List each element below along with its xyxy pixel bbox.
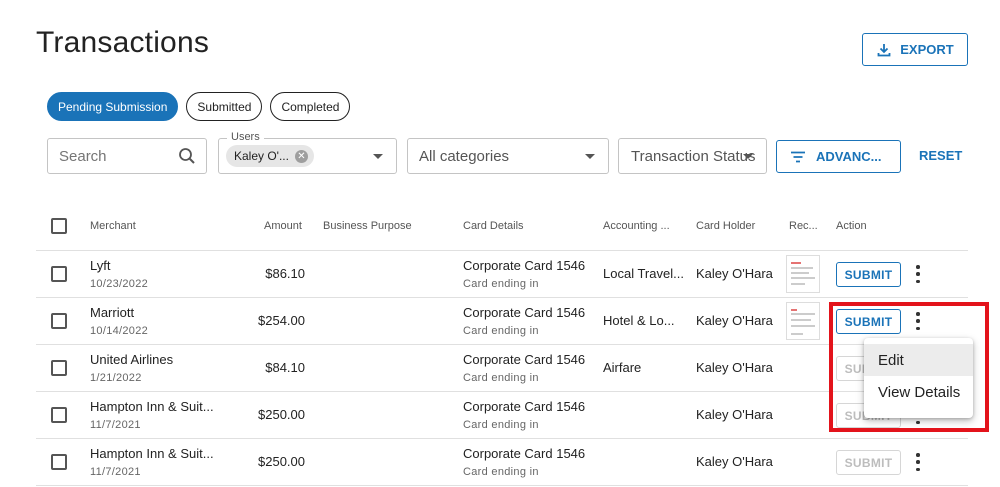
card-holder: Kaley O'Hara bbox=[696, 360, 773, 375]
users-filter-label: Users bbox=[227, 131, 264, 143]
card-ending: Card ending in bbox=[463, 278, 539, 290]
accounting-category: Hotel & Lo... bbox=[603, 313, 675, 328]
accounting-category: Local Travel... bbox=[603, 266, 684, 281]
card-ending: Card ending in bbox=[463, 419, 539, 431]
select-all-checkbox[interactable] bbox=[51, 218, 67, 234]
card-holder: Kaley O'Hara bbox=[696, 313, 773, 328]
card-holder: Kaley O'Hara bbox=[696, 407, 773, 422]
merchant-name: Marriott bbox=[90, 305, 135, 320]
users-filter[interactable]: Users Kaley O'... ✕ bbox=[218, 131, 397, 174]
column-receipt[interactable]: Rec... bbox=[789, 220, 818, 232]
export-label: EXPORT bbox=[900, 42, 954, 57]
card-name: Corporate Card 1546 bbox=[463, 352, 586, 367]
card-ending: Card ending in bbox=[463, 466, 539, 478]
column-action: Action bbox=[836, 220, 867, 232]
transaction-date: 11/7/2021 bbox=[90, 419, 141, 431]
chevron-down-icon bbox=[743, 154, 753, 159]
table-header: Merchant Amount Business Purpose Card De… bbox=[36, 204, 968, 251]
card-name: Corporate Card 1546 bbox=[463, 446, 586, 461]
amount: $86.10 bbox=[265, 266, 305, 281]
advanced-filters-label: ADVANC... bbox=[816, 149, 882, 164]
tab-pending-submission[interactable]: Pending Submission bbox=[47, 92, 179, 121]
merchant-name: Hampton Inn & Suit... bbox=[90, 399, 214, 414]
chevron-down-icon bbox=[373, 154, 383, 159]
search-input[interactable]: Search bbox=[47, 138, 207, 174]
amount: $254.00 bbox=[258, 313, 305, 328]
card-holder: Kaley O'Hara bbox=[696, 266, 773, 281]
reset-button[interactable]: RESET bbox=[919, 148, 962, 163]
amount: $250.00 bbox=[258, 407, 305, 422]
row-checkbox[interactable] bbox=[51, 313, 67, 329]
merchant-name: Lyft bbox=[90, 258, 111, 273]
table-row[interactable]: Lyft 10/23/2022 $86.10 Corporate Card 154… bbox=[36, 251, 968, 298]
tab-completed[interactable]: Completed bbox=[270, 92, 351, 121]
column-amount[interactable]: Amount bbox=[264, 220, 302, 232]
tab-submitted[interactable]: Submitted bbox=[186, 92, 263, 121]
column-business-purpose[interactable]: Business Purpose bbox=[323, 220, 412, 232]
remove-chip-icon[interactable]: ✕ bbox=[294, 149, 308, 163]
transaction-status-value: Transaction Status bbox=[631, 147, 756, 165]
table-row[interactable]: Hampton Inn & Suit... 11/7/2021 $250.00 C… bbox=[36, 439, 968, 486]
card-ending: Card ending in bbox=[463, 325, 539, 337]
more-actions-icon[interactable] bbox=[916, 453, 920, 471]
transaction-date: 10/14/2022 bbox=[90, 325, 149, 337]
transaction-status-select[interactable]: Transaction Status bbox=[618, 138, 767, 174]
receipt-thumbnail[interactable] bbox=[786, 302, 820, 340]
amount: $250.00 bbox=[258, 454, 305, 469]
receipt-thumbnail[interactable] bbox=[786, 255, 820, 293]
amount: $84.10 bbox=[265, 360, 305, 375]
card-name: Corporate Card 1546 bbox=[463, 258, 586, 273]
advanced-filters-button[interactable]: ADVANC... bbox=[776, 140, 901, 173]
submit-button[interactable]: SUBMIT bbox=[836, 450, 901, 475]
card-name: Corporate Card 1546 bbox=[463, 399, 586, 414]
page-title: Transactions bbox=[36, 26, 210, 59]
card-name: Corporate Card 1546 bbox=[463, 305, 586, 320]
merchant-name: United Airlines bbox=[90, 352, 174, 367]
more-actions-icon[interactable] bbox=[916, 265, 920, 283]
row-checkbox[interactable] bbox=[51, 266, 67, 282]
merchant-name: Hampton Inn & Suit... bbox=[90, 446, 214, 461]
categories-select[interactable]: All categories bbox=[407, 138, 609, 174]
categories-value: All categories bbox=[419, 147, 510, 165]
transaction-date: 1/21/2022 bbox=[90, 372, 142, 384]
column-merchant[interactable]: Merchant bbox=[90, 220, 136, 232]
highlight-box bbox=[829, 302, 989, 432]
status-tabs: Pending Submission Submitted Completed bbox=[47, 92, 351, 121]
row-checkbox[interactable] bbox=[51, 454, 67, 470]
search-icon bbox=[179, 148, 195, 164]
submit-button[interactable]: SUBMIT bbox=[836, 262, 901, 287]
export-button[interactable]: EXPORT bbox=[862, 33, 968, 66]
row-checkbox[interactable] bbox=[51, 360, 67, 376]
filter-icon bbox=[791, 151, 805, 162]
user-chip: Kaley O'... ✕ bbox=[226, 145, 314, 167]
search-placeholder: Search bbox=[59, 147, 107, 165]
row-checkbox[interactable] bbox=[51, 407, 67, 423]
download-icon bbox=[877, 43, 891, 56]
column-card-details[interactable]: Card Details bbox=[463, 220, 524, 232]
user-chip-label: Kaley O'... bbox=[234, 149, 289, 163]
column-accounting[interactable]: Accounting ... bbox=[603, 220, 670, 232]
transaction-date: 10/23/2022 bbox=[90, 278, 149, 290]
accounting-category: Airfare bbox=[603, 360, 642, 375]
column-card-holder[interactable]: Card Holder bbox=[696, 220, 755, 232]
chevron-down-icon bbox=[585, 154, 595, 159]
transaction-date: 11/7/2021 bbox=[90, 466, 141, 478]
card-holder: Kaley O'Hara bbox=[696, 454, 773, 469]
card-ending: Card ending in bbox=[463, 372, 539, 384]
